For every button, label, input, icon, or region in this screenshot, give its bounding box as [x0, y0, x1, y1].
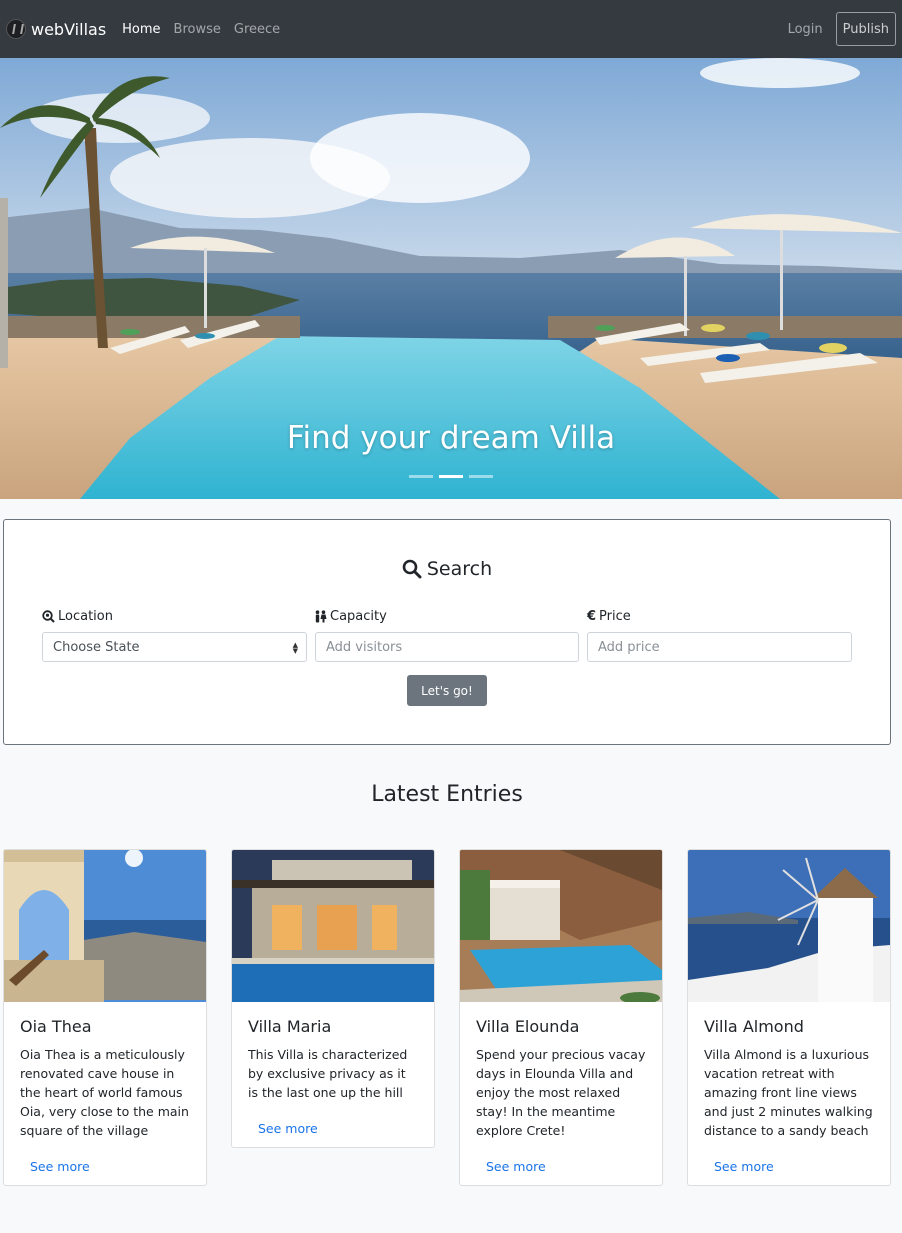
location-label-text: Location: [58, 609, 113, 624]
brand-logo-icon: [6, 19, 26, 39]
villa-image-villa-almond[interactable]: [688, 850, 890, 1002]
see-more-link[interactable]: See more: [30, 1159, 90, 1185]
see-more-link[interactable]: See more: [714, 1159, 774, 1185]
nav-right: Login Publish: [788, 12, 896, 46]
card-title: Villa Maria: [248, 1017, 332, 1036]
location-label: Location: [42, 609, 113, 624]
search-heading: Search: [4, 558, 890, 580]
brand-name: webVillas: [31, 19, 107, 39]
card-body: Villa Elounda Spend your precious vacay …: [460, 1002, 662, 1185]
latest-entries-heading: Latest Entries: [371, 782, 523, 807]
carousel-indicator-1[interactable]: [409, 475, 433, 478]
card-title: Oia Thea: [20, 1017, 92, 1036]
see-more-link[interactable]: See more: [258, 1121, 318, 1147]
publish-button[interactable]: Publish: [835, 12, 896, 46]
villa-image-oia-thea[interactable]: [4, 850, 206, 1002]
price-input[interactable]: [598, 639, 841, 655]
villa-card: Villa Elounda Spend your precious vacay …: [459, 849, 663, 1186]
card-text: Oia Thea is a meticulously renovated cav…: [20, 1047, 189, 1138]
search-location-icon: [42, 610, 55, 623]
search-submit-button[interactable]: Let's go!: [407, 675, 487, 706]
price-label: € Price: [587, 609, 631, 624]
card-text: Spend your precious vacay days in Elound…: [476, 1047, 646, 1138]
carousel-indicator-3[interactable]: [469, 475, 493, 478]
card-title: Villa Elounda: [476, 1017, 580, 1036]
nav-browse[interactable]: Browse: [174, 22, 221, 37]
carousel-indicators: [0, 475, 902, 478]
select-arrows-icon: ▲ ▼: [292, 641, 298, 655]
card-text: Villa Almond is a luxurious vacation ret…: [704, 1047, 873, 1138]
search-title: Search: [426, 558, 493, 580]
location-select[interactable]: Choose State ▲ ▼: [42, 632, 307, 662]
capacity-input-wrap: [315, 632, 579, 662]
search-icon: [402, 559, 422, 579]
capacity-label: Capacity: [314, 609, 387, 624]
location-select-value: Choose State: [53, 639, 140, 655]
people-icon: [315, 610, 327, 623]
nav-home[interactable]: Home: [122, 22, 160, 37]
villa-card: Villa Maria This Villa is characterized …: [231, 849, 435, 1148]
card-title: Villa Almond: [704, 1017, 804, 1036]
nav-greece[interactable]: Greece: [234, 22, 280, 37]
villa-image-villa-elounda[interactable]: [460, 850, 662, 1002]
card-body: Oia Thea Oia Thea is a meticulously reno…: [4, 1002, 206, 1185]
villa-image-villa-maria[interactable]: [232, 850, 434, 1002]
capacity-label-text: Capacity: [330, 609, 387, 624]
price-label-text: Price: [599, 609, 631, 624]
price-input-wrap: [587, 632, 852, 662]
card-body: Villa Almond Villa Almond is a luxurious…: [688, 1002, 890, 1185]
card-body: Villa Maria This Villa is characterized …: [232, 1002, 434, 1147]
euro-icon: €: [587, 609, 597, 624]
capacity-input[interactable]: [326, 639, 568, 655]
card-text: This Villa is characterized by exclusive…: [248, 1047, 408, 1100]
see-more-link[interactable]: See more: [486, 1159, 546, 1185]
hero-carousel: Find your dream Villa: [0, 58, 902, 499]
brand[interactable]: webVillas: [6, 19, 106, 39]
villa-card: Villa Almond Villa Almond is a luxurious…: [687, 849, 891, 1186]
hero-caption: Find your dream Villa: [286, 420, 616, 456]
top-navbar: webVillas Home Browse Greece Login Publi…: [0, 0, 902, 58]
villa-card: Oia Thea Oia Thea is a meticulously reno…: [3, 849, 207, 1186]
login-link[interactable]: Login: [788, 22, 823, 37]
search-card: Search Location Choose State ▲ ▼ Capacity…: [3, 519, 891, 745]
carousel-indicator-2[interactable]: [439, 475, 463, 478]
